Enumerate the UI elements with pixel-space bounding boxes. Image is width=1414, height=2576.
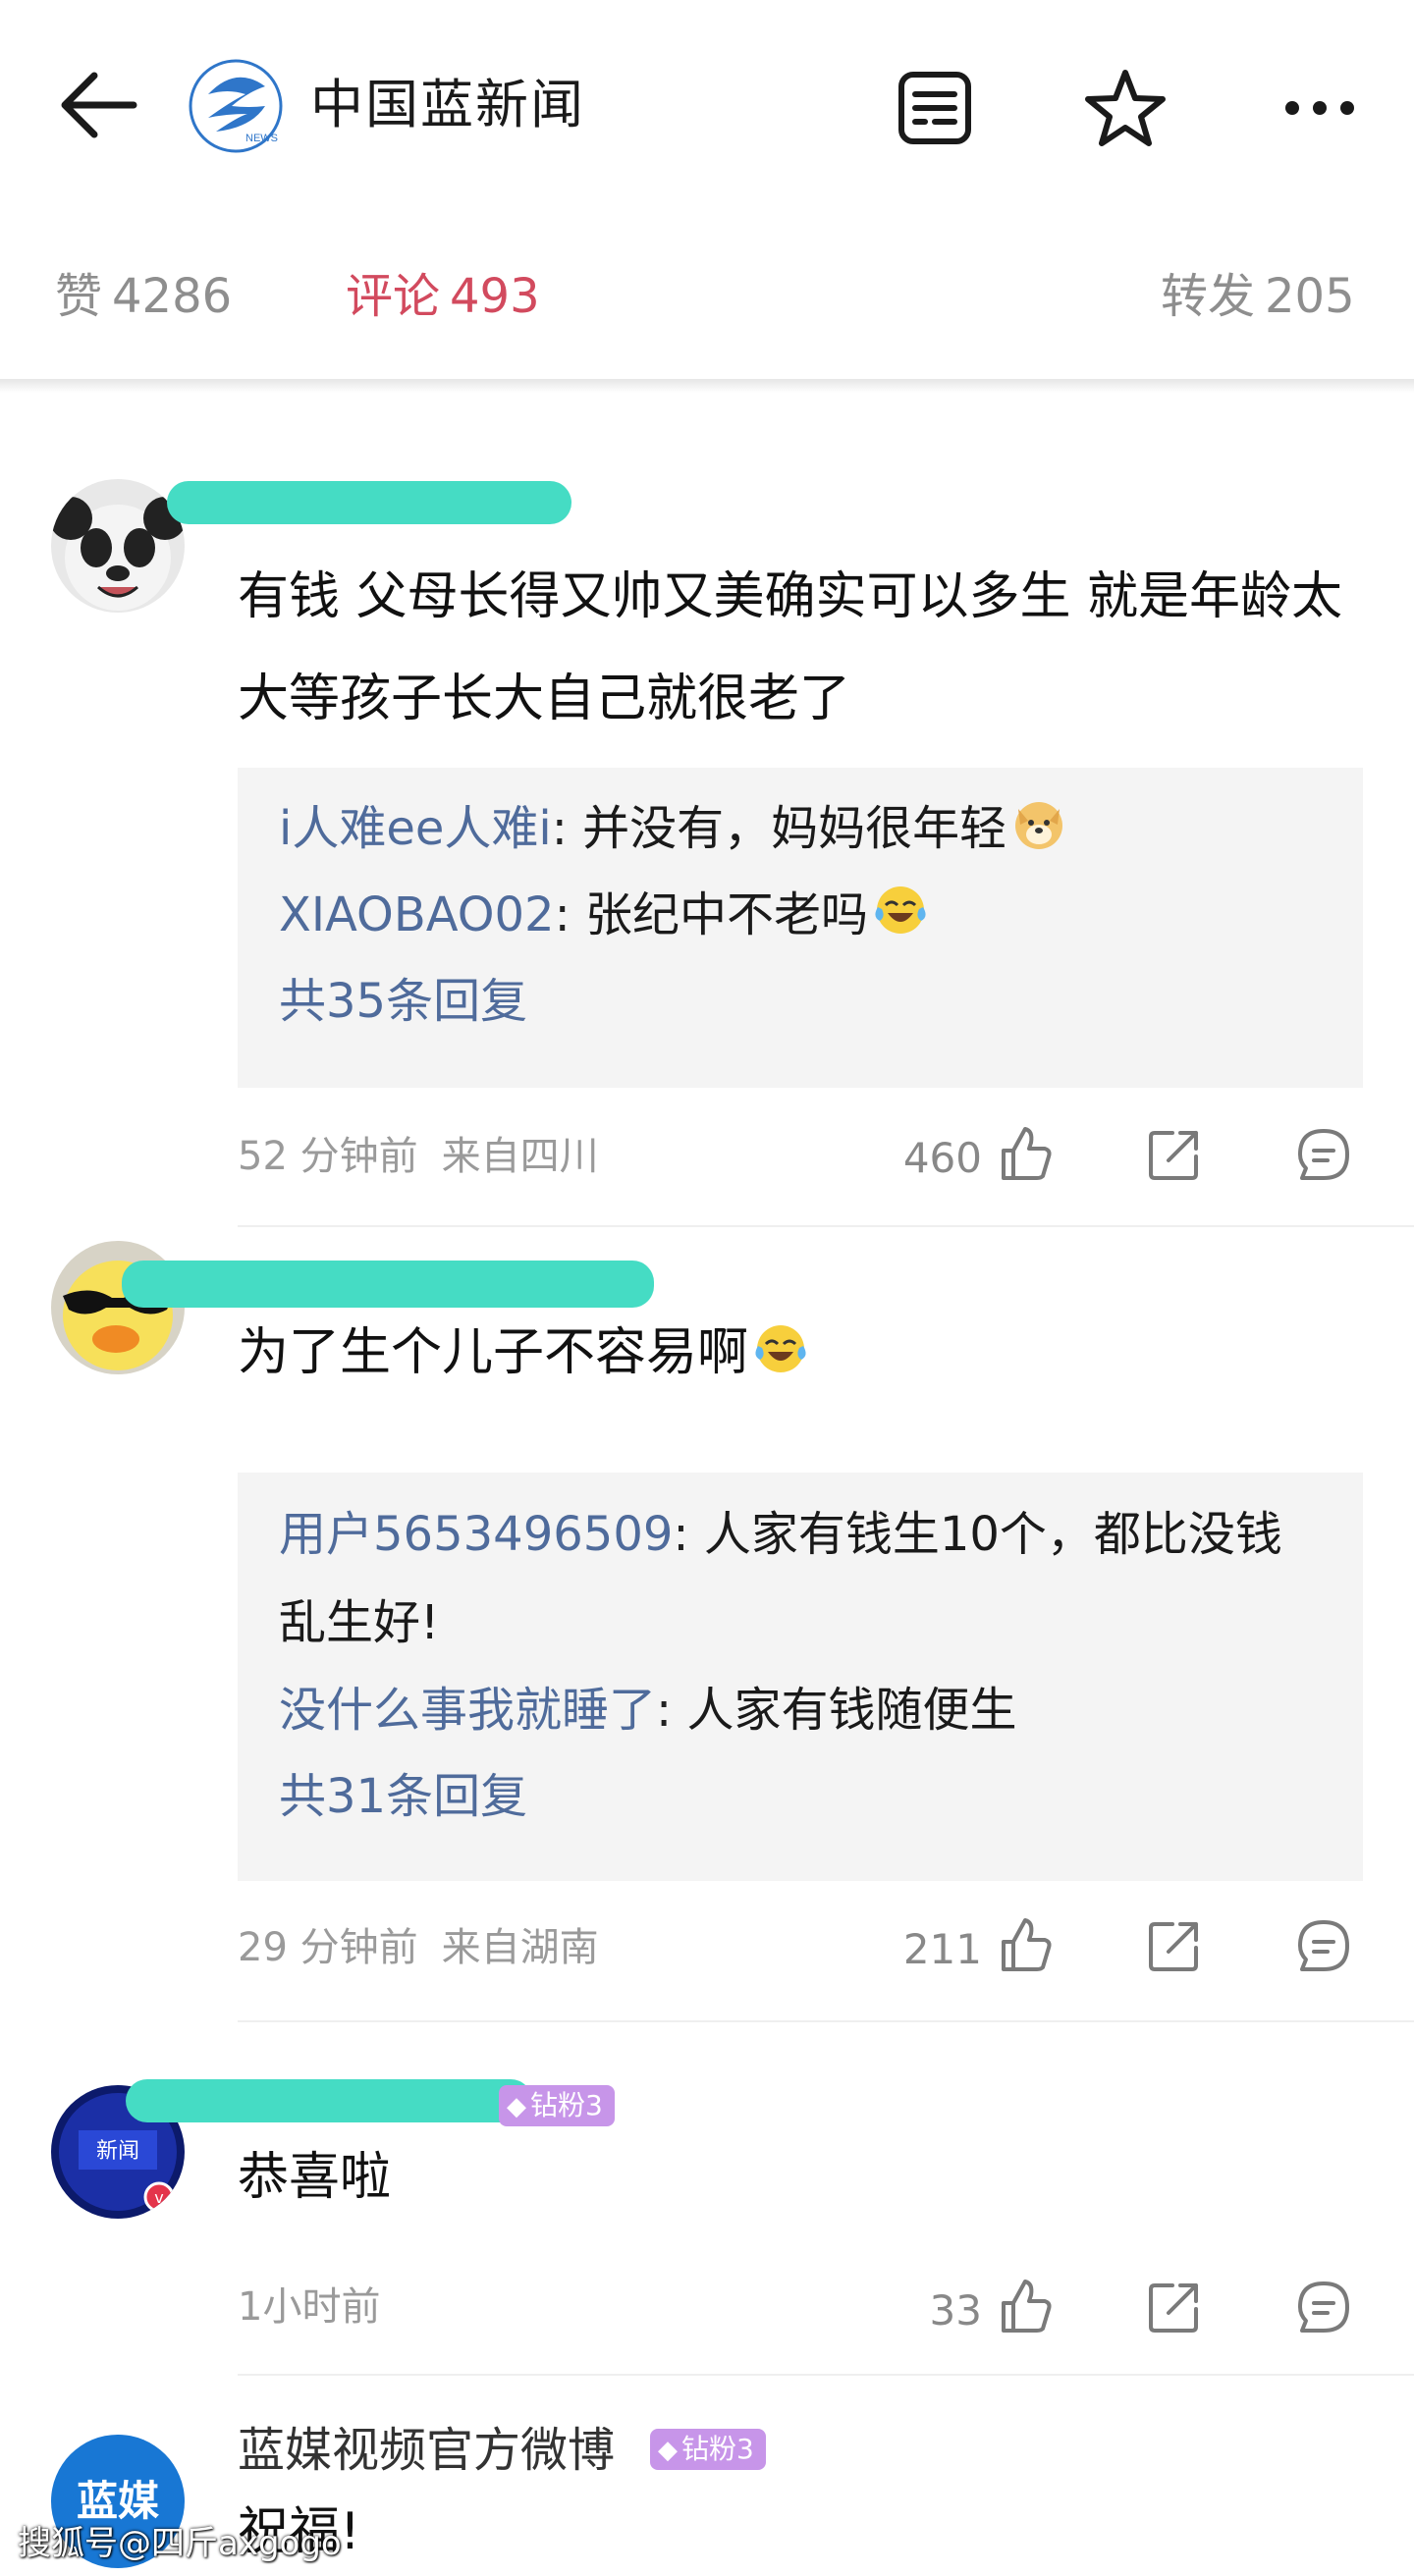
- reply-box[interactable]: i人难ee人难i: 并没有，妈妈很年轻 XIAOBAO02: 张纪中不老吗 共3…: [238, 768, 1363, 1088]
- more-replies-link[interactable]: 共31条回复: [279, 1753, 527, 1840]
- tab-reposts[interactable]: 转发 205: [1161, 265, 1355, 328]
- fan-badge: ◆ 钻粉3: [499, 2085, 615, 2126]
- tab-likes[interactable]: 赞 4286: [55, 265, 232, 328]
- article-list-icon[interactable]: [888, 61, 982, 155]
- thumbs-up-icon[interactable]: [994, 1123, 1057, 1186]
- like-count: 211: [902, 1925, 982, 1973]
- comment-location: 来自四川: [441, 1134, 599, 1179]
- comment-text: 为了生个儿子不容易啊: [238, 1302, 1367, 1404]
- svg-text:v: v: [154, 2188, 163, 2207]
- thumbs-up-icon[interactable]: [994, 1914, 1057, 1977]
- avatar-text: 蓝媒: [77, 2477, 160, 2525]
- comment-divider: [238, 2374, 1414, 2376]
- comment-divider: [238, 2020, 1414, 2022]
- top-bar: NEWS 中国蓝新闻: [0, 0, 1414, 206]
- reply-item[interactable]: XIAOBAO02: 张纪中不老吗: [279, 872, 1320, 958]
- star-icon[interactable]: [1078, 61, 1172, 155]
- stats-tabs: 赞 4286 评论 493 转发 205: [0, 245, 1414, 353]
- like-count: 460: [902, 1134, 982, 1182]
- reply-username[interactable]: 用户5653496509: [279, 1507, 673, 1562]
- back-arrow-icon[interactable]: [55, 61, 143, 149]
- laughing-tears-emoji-icon: [875, 886, 926, 934]
- laughing-tears-emoji-icon: [755, 1325, 806, 1372]
- comment-bubble-icon[interactable]: [1292, 1914, 1355, 1977]
- share-icon[interactable]: [1143, 1914, 1206, 1977]
- comment-time: 29 分钟前: [238, 1925, 418, 1970]
- tab-likes-label: 赞: [55, 269, 103, 324]
- more-replies-link[interactable]: 共35条回复: [279, 958, 527, 1045]
- svg-text:新闻: 新闻: [96, 2139, 139, 2164]
- comment-text-content: 恭喜啦: [238, 2148, 392, 2207]
- doge-emoji-icon: [1015, 802, 1063, 849]
- avatar-panda[interactable]: [51, 479, 185, 613]
- comment-meta: 52 分钟前 来自四川: [238, 1127, 599, 1186]
- more-options-icon[interactable]: [1273, 61, 1367, 155]
- comment-text: 祝福!: [238, 2497, 1367, 2566]
- comment-bubble-icon[interactable]: [1292, 1123, 1355, 1186]
- reply-item[interactable]: 没什么事我就睡了: 人家有钱随便生: [279, 1667, 1320, 1753]
- reply-text: 并没有，妈妈很年轻: [567, 801, 1007, 856]
- reply-box[interactable]: 用户5653496509: 人家有钱生10个，都比没钱乱生好! 没什么事我就睡了…: [238, 1473, 1363, 1881]
- comment-bubble-icon[interactable]: [1292, 2276, 1355, 2338]
- reply-text: 张纪中不老吗: [570, 887, 869, 942]
- comment-meta: 29 分钟前 来自湖南: [238, 1918, 599, 1977]
- channel-title[interactable]: 中国蓝新闻: [310, 71, 585, 139]
- tab-comments-count: 493: [450, 269, 540, 324]
- fan-badge: ◆ 钻粉3: [650, 2429, 766, 2470]
- comment-time: 52 分钟前: [238, 1134, 418, 1179]
- watermark: 搜狐号@四斤axgogo: [18, 2524, 342, 2563]
- share-icon[interactable]: [1143, 1123, 1206, 1186]
- tab-likes-count: 4286: [112, 269, 233, 324]
- comment-text: 恭喜啦: [238, 2146, 1367, 2209]
- username-redaction: [126, 2079, 532, 2122]
- diamond-icon: ◆: [507, 2092, 526, 2121]
- like-count: 33: [929, 2286, 982, 2334]
- channel-logo[interactable]: NEWS: [187, 57, 285, 155]
- fan-badge-label: 钻粉3: [681, 2433, 754, 2465]
- thumbs-up-icon[interactable]: [994, 2276, 1057, 2338]
- comment-meta: 1小时前: [238, 2278, 380, 2336]
- comment-location: 来自湖南: [441, 1925, 599, 1970]
- reply-item[interactable]: 用户5653496509: 人家有钱生10个，都比没钱乱生好!: [279, 1490, 1320, 1667]
- reply-username[interactable]: XIAOBAO02: [279, 887, 555, 942]
- comment-username[interactable]: 蓝媒视频官方微博: [238, 2419, 615, 2482]
- username-redaction: [167, 481, 571, 524]
- share-icon[interactable]: [1143, 2276, 1206, 2338]
- comment-text-content: 为了生个儿子不容易啊: [238, 1323, 749, 1382]
- tab-reposts-label: 转发: [1161, 269, 1256, 324]
- reply-username[interactable]: i人难ee人难i: [279, 801, 552, 856]
- reply-username[interactable]: 没什么事我就睡了: [279, 1683, 656, 1738]
- username-redaction: [122, 1261, 654, 1308]
- comment-text-content: 有钱 父母长得又帅又美确实可以多生 就是年龄太大等孩子长大自己就很老了: [238, 567, 1343, 728]
- tab-comments-label: 评论: [346, 269, 441, 324]
- comment-divider: [238, 1225, 1414, 1227]
- comment-text: 有钱 父母长得又帅又美确实可以多生 就是年龄太大等孩子长大自己就很老了: [238, 546, 1367, 750]
- stats-divider: [0, 379, 1414, 393]
- logo-text: NEWS: [245, 133, 278, 144]
- diamond-icon: ◆: [658, 2436, 678, 2465]
- reply-item[interactable]: i人难ee人难i: 并没有，妈妈很年轻: [279, 785, 1320, 872]
- comment-time: 1小时前: [238, 2284, 381, 2330]
- fan-badge-label: 钻粉3: [530, 2089, 603, 2121]
- tab-comments[interactable]: 评论 493: [346, 265, 540, 328]
- reply-text: 人家有钱随便生: [672, 1683, 1017, 1738]
- tab-reposts-count: 205: [1265, 269, 1355, 324]
